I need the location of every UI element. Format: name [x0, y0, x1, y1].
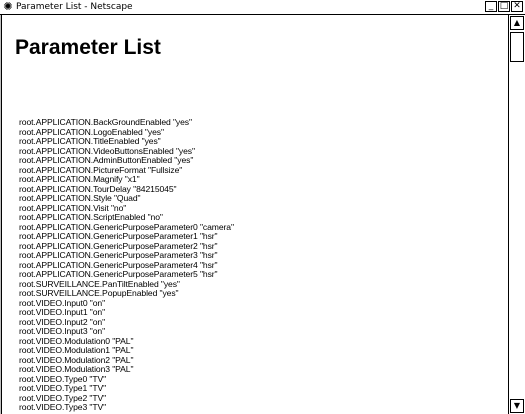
minimize-button[interactable]: _ — [485, 1, 497, 12]
browser-window: ✺ Parameter List - Netscape _ □ ✕ Parame… — [0, 0, 525, 414]
parameter-list: root.APPLICATION.BackGroundEnabled "yes"… — [19, 117, 234, 414]
page-content: Parameter List root.APPLICATION.BackGrou… — [1, 15, 508, 414]
window-controls: _ □ ✕ — [485, 1, 523, 13]
close-button[interactable]: ✕ — [511, 1, 523, 12]
scroll-down-icon[interactable]: ▼ — [510, 399, 524, 413]
page-title: Parameter List — [15, 36, 161, 59]
scroll-thumb[interactable] — [510, 32, 524, 62]
window-title: Parameter List - Netscape — [16, 2, 133, 12]
scroll-up-icon[interactable]: ▲ — [510, 16, 524, 30]
vertical-scrollbar[interactable]: ▲ ▼ — [508, 15, 525, 414]
netscape-icon: ✺ — [3, 0, 13, 13]
title-bar[interactable]: ✺ Parameter List - Netscape _ □ ✕ — [0, 0, 525, 15]
maximize-button[interactable]: □ — [498, 1, 510, 12]
